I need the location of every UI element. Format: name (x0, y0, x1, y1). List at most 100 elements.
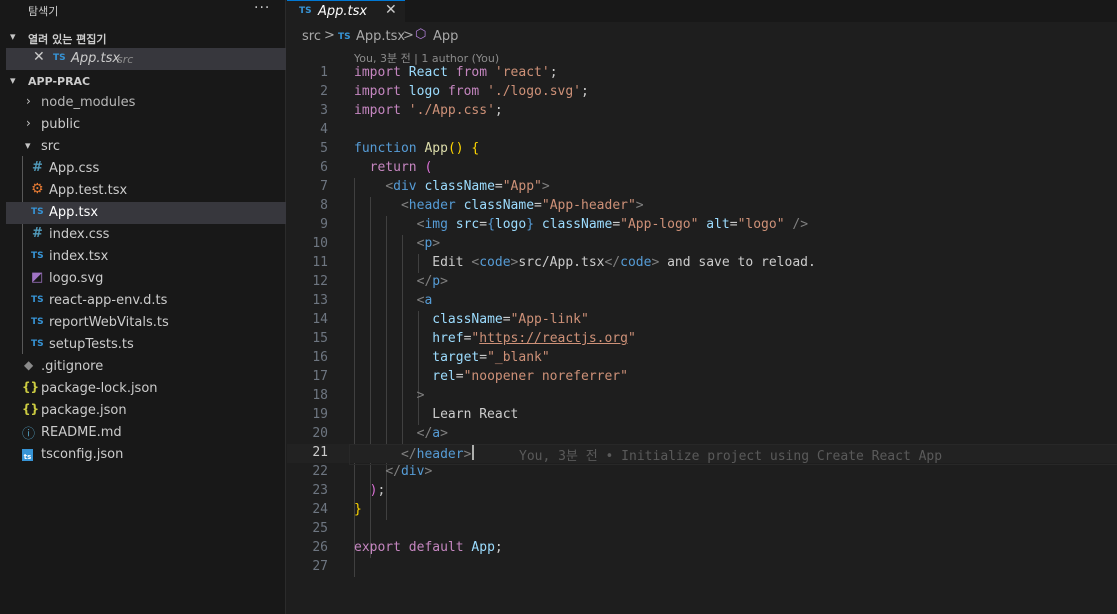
tree-item-label: public (41, 117, 81, 132)
tree-item-label: reportWebVitals.ts (49, 315, 169, 330)
chevron-down-icon: ▾ (10, 30, 16, 43)
line-number: 4 (320, 122, 328, 137)
open-editors-section[interactable]: ▾ 열려 있는 편집기 (0, 27, 286, 49)
tree-file-app-tsx[interactable]: TS App.tsx (6, 202, 286, 224)
breadcrumb-folder[interactable]: src (302, 29, 321, 44)
line-number: 2 (320, 84, 328, 99)
symbol-cube-icon: ⬡ (415, 27, 427, 42)
code-line-current: 21 </header> You, 3분 전 • Initialize proje… (287, 444, 1117, 465)
tree-folder-node-modules[interactable]: › node_modules (6, 92, 286, 114)
typescript-file-icon: TS (53, 53, 66, 63)
svg-file-icon: ◩ (31, 270, 44, 285)
code-line: 2 import logo from './logo.svg'; (287, 83, 1117, 102)
typescript-file-icon: TS (31, 207, 44, 217)
git-file-icon: ◆ (24, 358, 34, 372)
code-line: 19 Learn React (287, 406, 1117, 425)
project-title: APP-PRAC (28, 75, 91, 88)
tree-item-label: react-app-env.d.ts (49, 293, 168, 308)
chevron-down-icon: ▾ (10, 74, 16, 87)
line-number: 13 (312, 293, 328, 308)
breadcrumb-separator: > (403, 28, 414, 43)
tree-file-app-css[interactable]: # App.css (6, 158, 286, 180)
code-line: 17 rel="noopener noreferrer" (287, 368, 1117, 387)
more-actions-icon[interactable]: ··· (254, 0, 270, 16)
close-icon[interactable]: ✕ (385, 2, 397, 18)
line-number: 16 (312, 350, 328, 365)
code-line: 3 import './App.css'; (287, 102, 1117, 121)
tree-file-gitignore[interactable]: ◆ .gitignore (6, 356, 286, 378)
tree-item-label: index.tsx (49, 249, 109, 264)
code-line: 24} (287, 501, 1117, 520)
tree-item-label: package.json (41, 403, 127, 418)
line-number: 20 (312, 426, 328, 441)
line-number: 5 (320, 141, 328, 156)
line-number: 24 (312, 502, 328, 517)
editor-tab-bar: TS App.tsx ✕ (287, 0, 1117, 22)
explorer-title: 탐색기 (28, 5, 59, 18)
breadcrumb-file[interactable]: App.tsx (356, 29, 405, 44)
tree-file-index-css[interactable]: # index.css (6, 224, 286, 246)
typescript-file-icon: TS (31, 251, 44, 261)
code-editor[interactable]: 1 import React from 'react'; 2 import logo… (287, 64, 1117, 614)
tree-file-package-json[interactable]: {} package.json (6, 400, 286, 422)
tree-item-label: App.css (49, 161, 100, 176)
tree-file-setup-tests[interactable]: TS setupTests.ts (6, 334, 286, 356)
text-cursor (472, 445, 475, 460)
chevron-down-icon: ▾ (25, 139, 31, 152)
tree-item-label: index.css (49, 227, 110, 242)
line-number: 3 (320, 103, 328, 118)
chevron-right-icon: › (26, 116, 31, 130)
tree-file-readme[interactable]: ⓘ README.md (6, 422, 286, 444)
breadcrumb-symbol[interactable]: App (433, 29, 458, 44)
json-file-icon: {} (22, 380, 40, 394)
code-line: 6 return ( (287, 159, 1117, 178)
line-number: 22 (312, 464, 328, 479)
breadcrumb-separator: > (324, 28, 335, 43)
code-line: 7 <div className="App"> (287, 178, 1117, 197)
code-line: 11 Edit <code>src/App.tsx</code> and sav… (287, 254, 1117, 273)
tree-file-logo-svg[interactable]: ◩ logo.svg (6, 268, 286, 290)
line-number: 15 (312, 331, 328, 346)
line-number: 7 (320, 179, 328, 194)
code-line: 25 (287, 520, 1117, 539)
tree-file-app-test[interactable]: ⚙ App.test.tsx (6, 180, 286, 202)
code-line: 16 target="_blank" (287, 349, 1117, 368)
explorer-sidebar: 탐색기 ··· ▾ 열려 있는 편집기 ✕ TS App.tsx src ▾ A… (0, 0, 286, 614)
css-file-icon: # (32, 160, 43, 175)
tree-file-index-tsx[interactable]: TS index.tsx (6, 246, 286, 268)
line-number: 9 (320, 217, 328, 232)
tree-item-label: App.test.tsx (49, 183, 128, 198)
project-section[interactable]: ▾ APP-PRAC (0, 71, 286, 93)
open-editors-title: 열려 있는 편집기 (28, 33, 107, 46)
line-number: 21 (312, 445, 328, 460)
line-number: 23 (312, 483, 328, 498)
tree-item-label: App.tsx (49, 205, 99, 220)
inline-blame: You, 3분 전 • Initialize project using Cre… (519, 449, 943, 464)
close-icon[interactable]: ✕ (33, 49, 45, 65)
code-line: 10 <p> (287, 235, 1117, 254)
code-line: 12 </p> (287, 273, 1117, 292)
tree-folder-public[interactable]: › public (6, 114, 286, 136)
code-line: 23 ); (287, 482, 1117, 501)
line-number: 19 (312, 407, 328, 422)
code-line: 1 import React from 'react'; (287, 64, 1117, 83)
test-file-icon: ⚙ (31, 181, 44, 197)
tree-file-tsconfig[interactable]: ts tsconfig.json (6, 444, 286, 466)
code-line: 22 </div> (287, 463, 1117, 482)
chevron-right-icon: › (26, 94, 31, 108)
tree-file-react-app-env[interactable]: TS react-app-env.d.ts (6, 290, 286, 312)
typescript-file-icon: TS (31, 339, 44, 349)
open-editor-item[interactable]: ✕ TS App.tsx src (6, 48, 286, 70)
tree-file-report-web-vitals[interactable]: TS reportWebVitals.ts (6, 312, 286, 334)
tree-item-label: logo.svg (49, 271, 104, 286)
code-line: 9 <img src={logo} className="App-logo" a… (287, 216, 1117, 235)
line-number: 25 (312, 521, 328, 536)
tab-app-tsx[interactable]: TS App.tsx ✕ (287, 0, 405, 22)
tree-folder-src[interactable]: ▾ src (6, 136, 286, 158)
line-number: 11 (312, 255, 328, 270)
tree-file-package-lock[interactable]: {} package-lock.json (6, 378, 286, 400)
typescript-file-icon: TS (31, 317, 44, 327)
tree-item-label: README.md (41, 425, 122, 440)
tree-item-label: tsconfig.json (41, 447, 124, 462)
code-line: 27 (287, 558, 1117, 577)
